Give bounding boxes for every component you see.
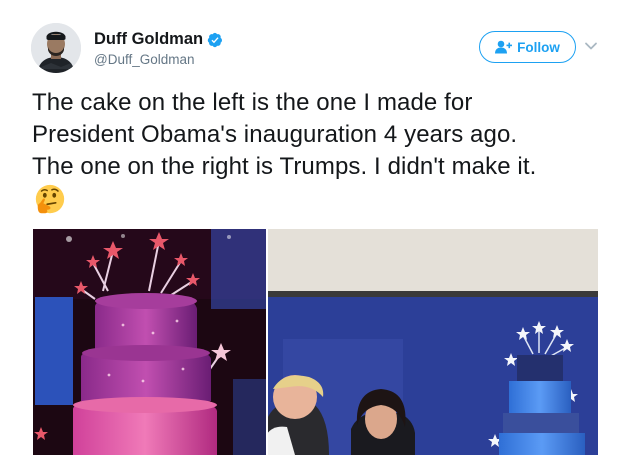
- tweet-text-line: President Obama's inauguration 4 years a…: [32, 121, 518, 148]
- author-display-name[interactable]: Duff Goldman: [94, 30, 203, 49]
- tweet-media[interactable]: [33, 229, 598, 455]
- thinking-face-emoji: [35, 184, 65, 214]
- chevron-down-icon[interactable]: [583, 38, 599, 54]
- tweet-text: The cake on the left is the one I made f…: [32, 87, 622, 183]
- follow-button[interactable]: Follow: [479, 31, 576, 63]
- follow-user-icon: [495, 40, 513, 54]
- obama-inauguration-cake-photo[interactable]: [33, 229, 267, 455]
- author-name-row[interactable]: Duff Goldman: [94, 30, 223, 49]
- avatar[interactable]: [31, 23, 81, 73]
- avatar-photo: [31, 23, 81, 73]
- tweet-text-line: The cake on the left is the one I made f…: [32, 89, 473, 116]
- follow-label: Follow: [517, 39, 560, 55]
- verified-badge-icon: [207, 32, 223, 47]
- tweet-text-line: The one on the right is Trumps. I didn't…: [32, 153, 537, 180]
- trump-inauguration-cake-photo[interactable]: [267, 229, 598, 455]
- author-handle[interactable]: @Duff_Goldman: [94, 52, 195, 67]
